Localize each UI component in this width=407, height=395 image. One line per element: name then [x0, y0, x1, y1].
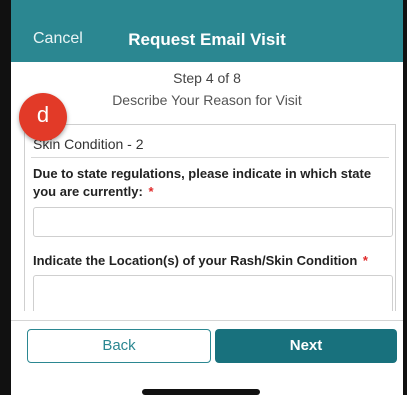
next-button[interactable]: Next [215, 329, 397, 363]
location-question-label: Indicate the Location(s) of your Rash/Sk… [33, 253, 393, 268]
state-question-text: Due to state regulations, please indicat… [33, 166, 372, 199]
screen: Cancel Request Email Visit Step 4 of 8 D… [0, 0, 407, 395]
required-marker: * [362, 253, 368, 268]
nav-header: Cancel Request Email Visit [11, 0, 403, 62]
home-indicator [142, 389, 260, 395]
form-card: Skin Condition - 2 Due to state regulati… [24, 124, 396, 311]
location-question-text: Indicate the Location(s) of your Rash/Sk… [33, 253, 358, 268]
step-indicator: Step 4 of 8 [173, 70, 241, 86]
state-question-label: Due to state regulations, please indicat… [33, 165, 393, 201]
location-input[interactable] [33, 275, 393, 311]
device-edge-left [0, 0, 11, 395]
device-edge-right [403, 0, 407, 395]
step-subtitle: Describe Your Reason for Visit [112, 92, 302, 108]
page-title: Request Email Visit [128, 30, 286, 49]
section-divider [31, 157, 389, 158]
annotation-badge: d [19, 93, 67, 141]
required-marker: * [148, 184, 154, 199]
back-button[interactable]: Back [27, 329, 211, 363]
state-input[interactable] [33, 207, 393, 237]
footer-divider [11, 320, 403, 321]
